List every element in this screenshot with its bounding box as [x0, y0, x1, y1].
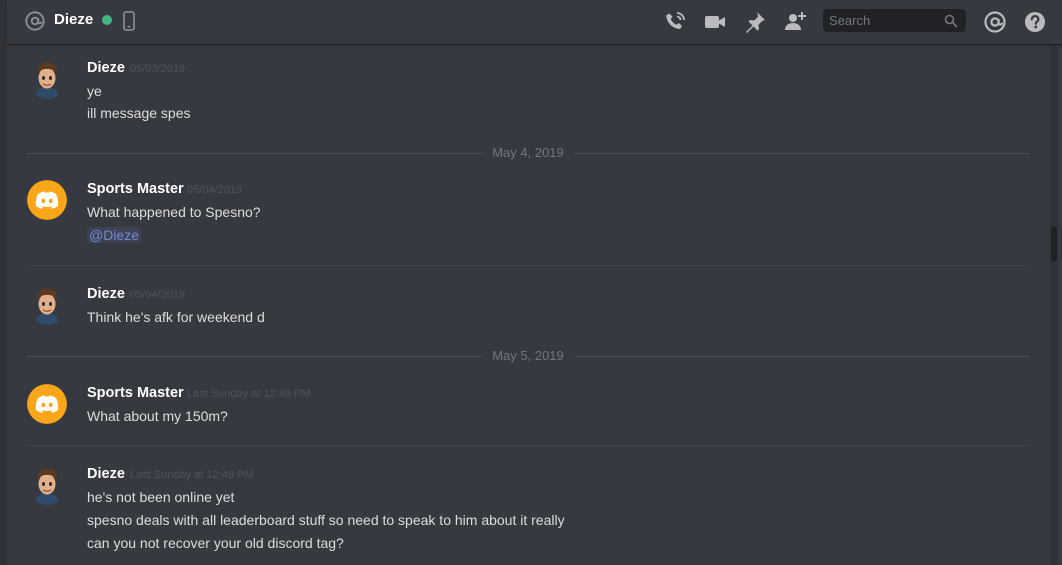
date-divider: May 5, 2019	[27, 348, 1029, 363]
video-icon[interactable]	[703, 10, 727, 34]
message-text: ill message spes	[87, 105, 191, 121]
sidebar-edge	[0, 0, 7, 565]
date-divider-label: May 5, 2019	[482, 348, 574, 363]
user-mention[interactable]: @Dieze	[87, 227, 142, 243]
search-box[interactable]: Search	[823, 9, 966, 32]
message-author[interactable]: Dieze	[87, 466, 125, 482]
message: Dieze Last Sunday at 12:48 PM he's not b…	[7, 461, 1047, 561]
at-icon	[25, 11, 45, 31]
mobile-icon	[123, 11, 135, 31]
message-author[interactable]: Dieze	[87, 286, 125, 302]
message: Sports Master 05/04/2019 What happened t…	[7, 176, 1047, 256]
add-friend-icon[interactable]	[783, 10, 807, 34]
dieze-avatar[interactable]	[27, 59, 67, 99]
message-author[interactable]: Sports Master	[87, 181, 184, 197]
message-text: @Dieze	[87, 227, 142, 243]
call-icon[interactable]	[663, 10, 687, 34]
message-author[interactable]: Dieze	[87, 60, 125, 76]
channel-header: Dieze Search	[7, 0, 1062, 44]
message-text: can you not recover your old discord tag…	[87, 535, 344, 551]
message-timestamp: Last Sunday at 12:48 PM	[130, 469, 254, 481]
date-divider-label: May 4, 2019	[482, 145, 574, 160]
message-separator	[27, 445, 1029, 446]
discord-logo-avatar[interactable]	[27, 384, 67, 424]
search-input[interactable]: Search	[829, 13, 870, 28]
scrollbar-thumb[interactable]	[1051, 226, 1057, 262]
channel-name: Dieze	[54, 11, 94, 28]
message: Sports Master Last Sunday at 12:48 PM Wh…	[7, 380, 1047, 435]
scrollbar-track[interactable]	[1050, 46, 1058, 565]
mentions-icon[interactable]	[983, 10, 1007, 34]
message: Dieze 05/04/2019 Think he's afk for week…	[7, 281, 1047, 331]
message-text: he's not been online yet	[87, 489, 235, 505]
help-icon[interactable]	[1023, 10, 1047, 34]
dieze-avatar[interactable]	[27, 465, 67, 505]
message-timestamp: 05/03/2019	[130, 63, 186, 75]
discord-logo-avatar[interactable]	[27, 180, 67, 220]
message-separator	[27, 265, 1029, 266]
dieze-avatar[interactable]	[27, 285, 67, 325]
message-text: What about my 150m?	[87, 408, 228, 424]
message-author[interactable]: Sports Master	[87, 385, 184, 401]
message-text: Think he's afk for weekend d	[87, 309, 265, 325]
message-text: What happened to Spesno?	[87, 204, 261, 220]
pin-icon[interactable]	[743, 10, 767, 34]
message: Dieze 05/03/2019 ye ill message spes	[7, 55, 1047, 125]
message-text: ye	[87, 83, 102, 99]
online-status-icon	[102, 15, 112, 25]
date-divider: May 4, 2019	[27, 145, 1029, 160]
message-timestamp: 05/04/2019	[187, 184, 243, 196]
message-timestamp: Last Sunday at 12:48 PM	[187, 388, 311, 400]
message-text: spesno deals with all leaderboard stuff …	[87, 512, 565, 528]
search-icon	[944, 14, 958, 28]
message-list[interactable]: Dieze 05/03/2019 ye ill message spes May…	[7, 45, 1047, 565]
message-timestamp: 05/04/2019	[130, 289, 186, 301]
